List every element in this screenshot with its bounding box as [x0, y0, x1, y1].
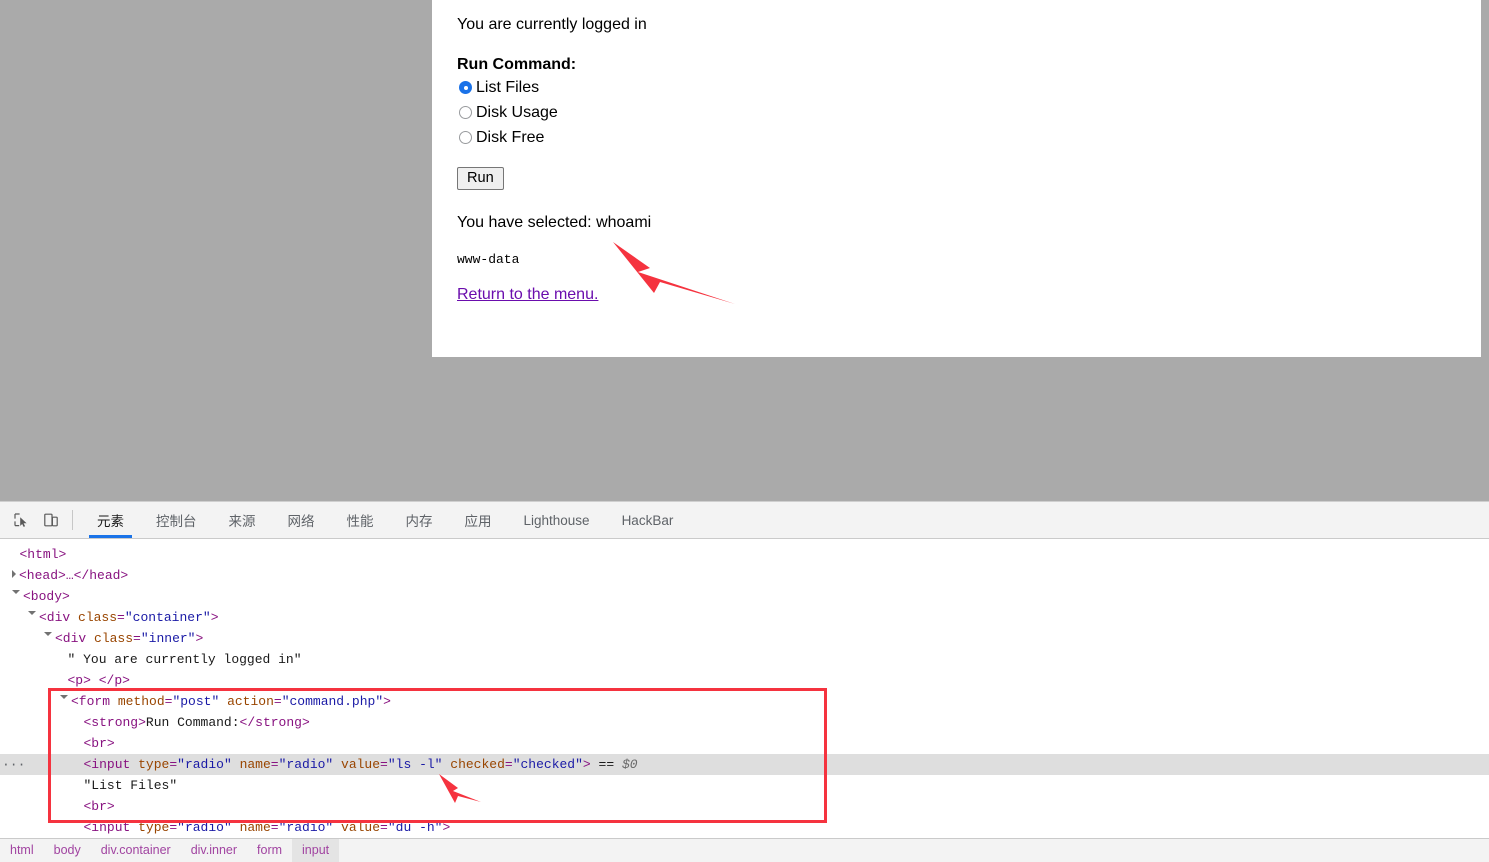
dom-tree-row[interactable]: ··· <input type="radio" name="radio" valu…: [0, 754, 1489, 775]
dom-tree-row[interactable]: <br>: [0, 733, 1489, 754]
dom-tree-row[interactable]: "List Files": [0, 775, 1489, 796]
logged-in-message: You are currently logged in: [457, 16, 647, 33]
radio-option-disk-free[interactable]: Disk Free: [459, 125, 576, 150]
radio-option-disk-usage[interactable]: Disk Usage: [459, 100, 576, 125]
inspect-element-icon[interactable]: [6, 502, 36, 538]
dom-tree-row[interactable]: <div class="inner">: [0, 628, 1489, 649]
tab-console[interactable]: 控制台: [140, 502, 213, 538]
page-content-panel: You are currently logged in Run Command:…: [432, 0, 1481, 357]
run-command-form: Run Command: List Files Disk Usage Disk …: [457, 55, 576, 190]
tab-memory[interactable]: 内存: [390, 502, 449, 538]
run-button[interactable]: Run: [457, 167, 504, 190]
breadcrumb-item-div-container[interactable]: div.container: [91, 839, 181, 862]
dom-row-markup: " You are currently logged in": [67, 652, 302, 667]
devtools-tab-strip: 元素 控制台 来源 网络 性能 内存 应用 Lighthouse HackBar: [81, 502, 689, 538]
tab-application[interactable]: 应用: [449, 502, 508, 538]
twisty-expanded-icon[interactable]: [60, 695, 68, 703]
dom-tree-row[interactable]: <html>: [0, 544, 1489, 565]
dom-tree-row[interactable]: " You are currently logged in": [0, 649, 1489, 670]
dom-row-markup: <body>: [23, 589, 70, 604]
radio-button-selected-icon[interactable]: [459, 81, 472, 94]
radio-label-list-files: List Files: [476, 78, 540, 96]
dom-row-markup: <head>…</head>: [19, 568, 129, 583]
radio-option-list-files[interactable]: List Files: [459, 75, 576, 100]
browser-viewport: You are currently logged in Run Command:…: [0, 0, 1489, 501]
radio-button-unselected-icon[interactable]: [459, 131, 472, 144]
dom-row-markup: <input type="radio" name="radio" value="…: [83, 757, 638, 772]
breadcrumb-item-div-inner[interactable]: div.inner: [181, 839, 247, 862]
tab-hackbar[interactable]: HackBar: [606, 502, 690, 538]
dom-row-markup: <input type="radio" name="radio" value="…: [83, 820, 451, 835]
run-command-heading: Run Command:: [457, 56, 577, 73]
twisty-collapsed-icon[interactable]: [12, 570, 16, 578]
dom-tree-row[interactable]: <body>: [0, 586, 1489, 607]
dom-tree-row[interactable]: <br>: [0, 796, 1489, 817]
tab-elements[interactable]: 元素: [81, 502, 140, 538]
breadcrumb-item-html[interactable]: html: [0, 839, 44, 862]
radio-label-disk-free: Disk Free: [476, 128, 545, 146]
devtools-panel: 元素 控制台 来源 网络 性能 内存 应用 Lighthouse HackBar…: [0, 501, 1489, 862]
twisty-expanded-icon[interactable]: [28, 611, 36, 619]
twisty-expanded-icon[interactable]: [44, 632, 52, 640]
radio-button-unselected-icon[interactable]: [459, 106, 472, 119]
dom-tree-row[interactable]: <form method="post" action="command.php"…: [0, 691, 1489, 712]
devtools-toolbar: 元素 控制台 来源 网络 性能 内存 应用 Lighthouse HackBar: [0, 502, 1489, 539]
dom-row-markup: <div class="inner">: [55, 631, 204, 646]
dom-row-markup: <p> </p>: [67, 673, 130, 688]
toolbar-divider: [72, 510, 73, 530]
dom-row-markup: <html>: [19, 547, 67, 562]
breadcrumb-item-form[interactable]: form: [247, 839, 292, 862]
tab-sources[interactable]: 来源: [213, 502, 272, 538]
dom-row-markup: <br>: [83, 736, 115, 751]
radio-label-disk-usage: Disk Usage: [476, 103, 558, 121]
dom-tree-row[interactable]: <strong>Run Command:</strong>: [0, 712, 1489, 733]
tab-network[interactable]: 网络: [272, 502, 331, 538]
dom-row-markup: <strong>Run Command:</strong>: [83, 715, 310, 730]
tab-performance[interactable]: 性能: [331, 502, 390, 538]
breadcrumb-item-body[interactable]: body: [44, 839, 91, 862]
dom-row-markup: <form method="post" action="command.php"…: [71, 694, 391, 709]
device-toolbar-icon[interactable]: [36, 502, 66, 538]
dom-row-markup: "List Files": [83, 778, 178, 793]
dom-tree-row[interactable]: <p> </p>: [0, 670, 1489, 691]
command-output: www-data: [457, 252, 520, 267]
dom-row-markup: <div class="container">: [39, 610, 219, 625]
return-to-menu-link[interactable]: Return to the menu.: [457, 286, 598, 304]
tab-lighthouse[interactable]: Lighthouse: [508, 502, 606, 538]
breadcrumb-item-input[interactable]: input: [292, 839, 340, 862]
selected-command-message: You have selected: whoami: [457, 214, 652, 231]
dom-tree-row[interactable]: <head>…</head>: [0, 565, 1489, 586]
dom-tree-row[interactable]: <input type="radio" name="radio" value="…: [0, 817, 1489, 838]
dom-tree[interactable]: <html> <head>…</head> <body> <div class="co…: [0, 539, 1489, 839]
screenshot-root: You are currently logged in Run Command:…: [0, 0, 1489, 862]
row-overflow-dots: ···: [2, 757, 26, 772]
dom-tree-row[interactable]: <div class="container">: [0, 607, 1489, 628]
breadcrumb: html body div.container div.inner form i…: [0, 838, 1489, 862]
dom-row-markup: <br>: [83, 799, 115, 814]
twisty-expanded-icon[interactable]: [12, 590, 20, 598]
